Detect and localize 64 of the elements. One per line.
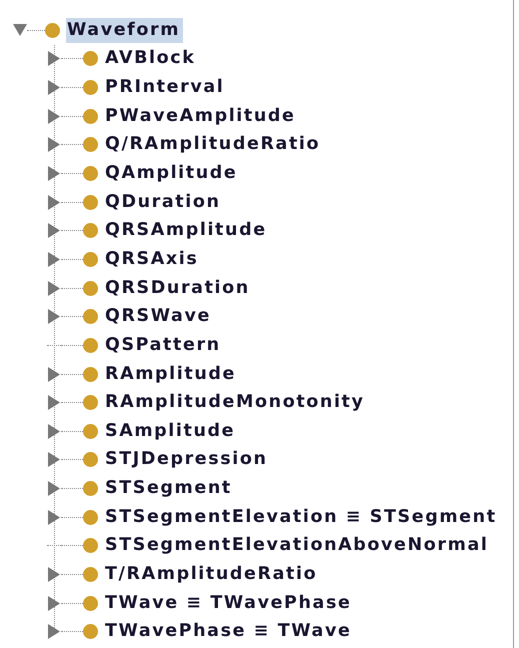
class-dot-icon xyxy=(83,280,98,296)
tree-item[interactable]: STJDepression xyxy=(104,447,271,472)
class-dot-icon xyxy=(83,424,98,439)
tree-item[interactable]: AVBlock xyxy=(104,46,198,72)
tree-item[interactable]: RAmplitude xyxy=(104,362,239,386)
collapse-arrow-icon[interactable] xyxy=(47,194,61,210)
tree-item[interactable]: RAmplitudeMonotonity xyxy=(104,390,368,416)
tree-item[interactable]: QRSDuration xyxy=(104,276,253,301)
tree-item[interactable]: Waveform xyxy=(66,18,184,43)
tree-item[interactable]: STSegmentElevation ≡ STSegment xyxy=(104,504,500,530)
class-dot-icon xyxy=(83,624,98,640)
tree-item[interactable]: QRSAmplitude xyxy=(104,218,270,244)
collapse-arrow-icon[interactable] xyxy=(47,80,61,96)
collapse-arrow-icon[interactable] xyxy=(47,166,61,182)
collapse-arrow-icon[interactable] xyxy=(47,452,61,468)
class-dot-icon xyxy=(83,566,98,582)
collapse-arrow-icon[interactable] xyxy=(47,308,61,325)
class-dot-icon xyxy=(45,22,60,38)
tree-item[interactable]: QRSWave xyxy=(104,304,214,330)
collapse-arrow-icon[interactable] xyxy=(47,394,61,411)
class-dot-icon xyxy=(83,510,98,525)
tree-item[interactable]: PRInterval xyxy=(104,75,228,100)
class-dot-icon xyxy=(83,108,98,124)
class-dot-icon xyxy=(83,194,98,210)
tree-item[interactable]: Q/RAmplitudeRatio xyxy=(104,132,324,158)
class-dot-icon xyxy=(83,596,98,611)
tree-item[interactable]: QSPattern xyxy=(104,332,224,358)
tree-item[interactable]: STSegmentElevationAboveNormal xyxy=(104,533,492,558)
class-dot-icon xyxy=(83,366,98,382)
collapse-arrow-icon[interactable] xyxy=(47,509,61,526)
tree-item[interactable]: T/RAmplitudeRatio xyxy=(104,562,320,587)
tree-item[interactable]: QDuration xyxy=(104,190,224,215)
class-dot-icon xyxy=(83,309,98,324)
collapse-arrow-icon[interactable] xyxy=(47,50,61,67)
collapse-arrow-icon[interactable] xyxy=(47,566,61,582)
class-dot-icon xyxy=(83,538,98,554)
class-dot-icon xyxy=(83,51,98,66)
tree-item[interactable]: QAmplitude xyxy=(104,161,240,186)
class-dot-icon xyxy=(83,252,98,267)
tree-item[interactable]: STSegment xyxy=(104,476,235,502)
collapse-arrow-icon[interactable] xyxy=(47,222,61,239)
tree-item[interactable]: PWaveAmplitude xyxy=(104,104,299,129)
collapse-arrow-icon[interactable] xyxy=(47,624,61,640)
tree-item[interactable]: SAmplitude xyxy=(104,418,238,444)
collapse-arrow-icon[interactable] xyxy=(47,251,61,268)
collapse-arrow-icon[interactable] xyxy=(47,108,61,124)
class-dot-icon xyxy=(83,395,98,410)
tree-item[interactable]: TWave ≡ TWavePhase xyxy=(104,590,354,616)
tree-item[interactable]: TWavePhase ≡ TWave xyxy=(104,619,354,644)
class-dot-icon xyxy=(83,137,98,152)
collapse-arrow-icon[interactable] xyxy=(47,423,61,440)
class-dot-icon xyxy=(83,80,98,96)
collapse-arrow-icon[interactable] xyxy=(47,280,61,296)
collapse-arrow-icon[interactable] xyxy=(47,366,61,382)
expand-arrow-icon[interactable] xyxy=(13,22,27,38)
class-dot-icon xyxy=(83,452,98,468)
tree-item[interactable]: QRSAxis xyxy=(104,246,202,272)
class-dot-icon xyxy=(83,223,98,238)
collapse-arrow-icon[interactable] xyxy=(47,595,61,612)
collapse-arrow-icon[interactable] xyxy=(47,136,61,153)
class-dot-icon xyxy=(83,481,98,496)
class-dot-icon xyxy=(83,338,98,353)
class-dot-icon xyxy=(83,166,98,182)
collapse-arrow-icon[interactable] xyxy=(47,480,61,497)
